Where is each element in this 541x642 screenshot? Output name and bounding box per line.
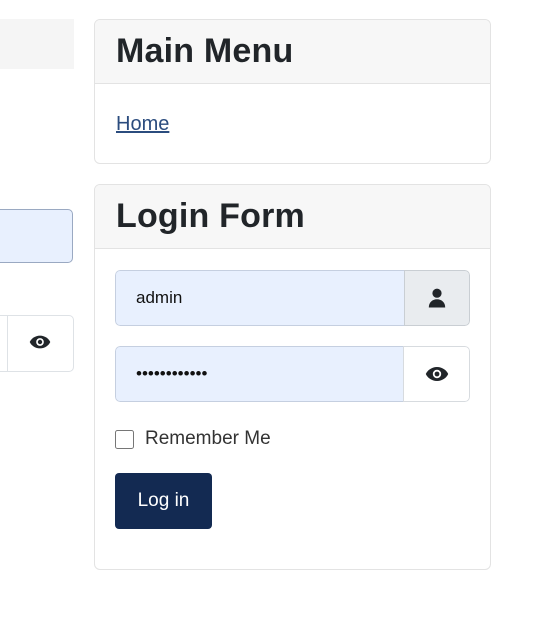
menu-item-home[interactable]: Home <box>116 113 169 135</box>
main-menu-body: Home <box>95 84 490 136</box>
left-column-password-fragment <box>0 315 74 372</box>
main-menu-title: Main Menu <box>116 32 294 70</box>
eye-icon[interactable] <box>403 346 470 402</box>
user-icon <box>404 270 470 326</box>
login-form-card: Login Form Remember <box>94 184 491 570</box>
main-menu-card: Main Menu Home <box>94 19 491 164</box>
password-input[interactable] <box>115 346 403 402</box>
login-button[interactable]: Log in <box>115 473 212 529</box>
username-group <box>115 270 470 326</box>
login-form-title: Login Form <box>116 197 305 235</box>
remember-me-checkbox[interactable] <box>115 429 134 449</box>
left-column-header-fragment <box>0 19 74 69</box>
remember-me-label: Remember Me <box>145 428 271 449</box>
login-form-header: Login Form <box>95 185 490 249</box>
password-group <box>115 346 470 402</box>
left-column-input-fragment[interactable] <box>0 209 73 263</box>
eye-icon[interactable] <box>29 334 51 355</box>
left-column-divider <box>7 316 8 371</box>
remember-me-row: Remember Me <box>115 428 470 450</box>
login-form-body: Remember Me Log in <box>95 249 490 529</box>
main-menu-header: Main Menu <box>95 20 490 84</box>
username-input[interactable] <box>115 270 404 326</box>
